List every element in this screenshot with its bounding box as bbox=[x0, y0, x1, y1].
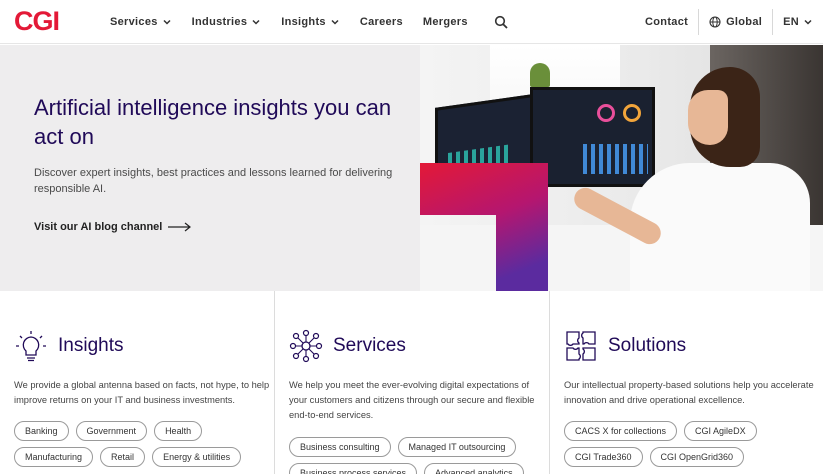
global-label: Global bbox=[726, 16, 763, 28]
chevron-down-icon bbox=[163, 19, 171, 25]
language-selector[interactable]: EN bbox=[773, 16, 823, 28]
tag-energy-utilities[interactable]: Energy & utilities bbox=[152, 447, 242, 467]
nav-services-label: Services bbox=[110, 16, 158, 28]
puzzle-icon bbox=[566, 331, 596, 361]
solutions-title: Solutions bbox=[608, 335, 687, 356]
tag-cgi-opengrid360[interactable]: CGI OpenGrid360 bbox=[649, 447, 745, 467]
language-label: EN bbox=[783, 16, 799, 28]
insights-title: Insights bbox=[58, 335, 124, 356]
chevron-down-icon bbox=[252, 19, 260, 25]
global-selector[interactable]: Global bbox=[699, 16, 772, 28]
insights-description: We provide a global antenna based on fac… bbox=[14, 380, 270, 405]
tag-managed-it-outsourcing[interactable]: Managed IT outsourcing bbox=[397, 437, 517, 457]
brand-graphic bbox=[420, 163, 548, 291]
hero-banner: Artificial intelligence insights you can… bbox=[0, 45, 823, 291]
tag-business-process-services[interactable]: Business process services bbox=[289, 463, 418, 474]
chevron-down-icon bbox=[804, 19, 812, 25]
nav-services[interactable]: Services bbox=[110, 16, 172, 28]
solutions-description: Our intellectual property-based solution… bbox=[564, 380, 814, 405]
tag-retail[interactable]: Retail bbox=[100, 447, 146, 467]
network-icon bbox=[289, 329, 323, 363]
nav-insights-label: Insights bbox=[281, 16, 326, 28]
solutions-column: Solutions Our intellectual property-base… bbox=[549, 291, 823, 474]
insights-tags: Banking Government Health Manufacturing … bbox=[14, 421, 270, 467]
ai-blog-link-label: Visit our AI blog channel bbox=[34, 221, 163, 233]
site-header: CGI Services Industries Insights Careers… bbox=[0, 0, 823, 44]
tag-manufacturing[interactable]: Manufacturing bbox=[14, 447, 94, 467]
hero-description: Discover expert insights, best practices… bbox=[34, 167, 393, 195]
nav-mergers-label: Mergers bbox=[422, 16, 468, 28]
solutions-tags: CACS X for collections CGI AgileDX CGI T… bbox=[564, 421, 820, 467]
services-column: Services We help you meet the ever-evolv… bbox=[274, 291, 549, 474]
insights-column: Insights We provide a global antenna bas… bbox=[0, 291, 274, 474]
nav-careers-label: Careers bbox=[359, 16, 403, 28]
tag-cacs-x[interactable]: CACS X for collections bbox=[564, 421, 678, 441]
search-icon[interactable] bbox=[494, 15, 508, 29]
tag-banking[interactable]: Banking bbox=[14, 421, 69, 441]
tag-health[interactable]: Health bbox=[154, 421, 203, 441]
lightbulb-icon bbox=[16, 331, 46, 362]
tag-advanced-analytics[interactable]: Advanced analytics bbox=[424, 463, 524, 474]
hero-title: Artificial intelligence insights you can… bbox=[34, 95, 392, 149]
nav-industries-label: Industries bbox=[191, 16, 248, 28]
contact-link[interactable]: Contact bbox=[635, 16, 698, 28]
monitor bbox=[530, 87, 655, 187]
tag-government[interactable]: Government bbox=[75, 421, 148, 441]
ai-blog-link[interactable]: Visit our AI blog channel bbox=[34, 221, 192, 233]
tag-business-consulting[interactable]: Business consulting bbox=[289, 437, 391, 457]
globe-icon bbox=[709, 16, 721, 28]
services-title: Services bbox=[333, 335, 406, 356]
utility-nav: Contact Global EN bbox=[635, 0, 823, 44]
tag-cgi-trade360[interactable]: CGI Trade360 bbox=[564, 447, 643, 467]
plant bbox=[530, 63, 550, 87]
tag-cgi-agiledx[interactable]: CGI AgileDX bbox=[684, 421, 757, 441]
chevron-down-icon bbox=[331, 19, 339, 25]
nav-industries[interactable]: Industries bbox=[192, 16, 262, 28]
arrow-right-icon bbox=[168, 222, 192, 232]
services-tags: Business consulting Managed IT outsourci… bbox=[289, 437, 545, 474]
nav-insights[interactable]: Insights bbox=[281, 16, 340, 28]
nav-careers[interactable]: Careers bbox=[360, 16, 403, 28]
nav-mergers[interactable]: Mergers bbox=[423, 16, 468, 28]
services-description: We help you meet the ever-evolving digit… bbox=[289, 380, 535, 420]
main-nav: Services Industries Insights Careers Mer… bbox=[110, 0, 508, 44]
feature-columns: Insights We provide a global antenna bas… bbox=[0, 291, 823, 474]
cgi-logo[interactable]: CGI bbox=[14, 6, 60, 37]
